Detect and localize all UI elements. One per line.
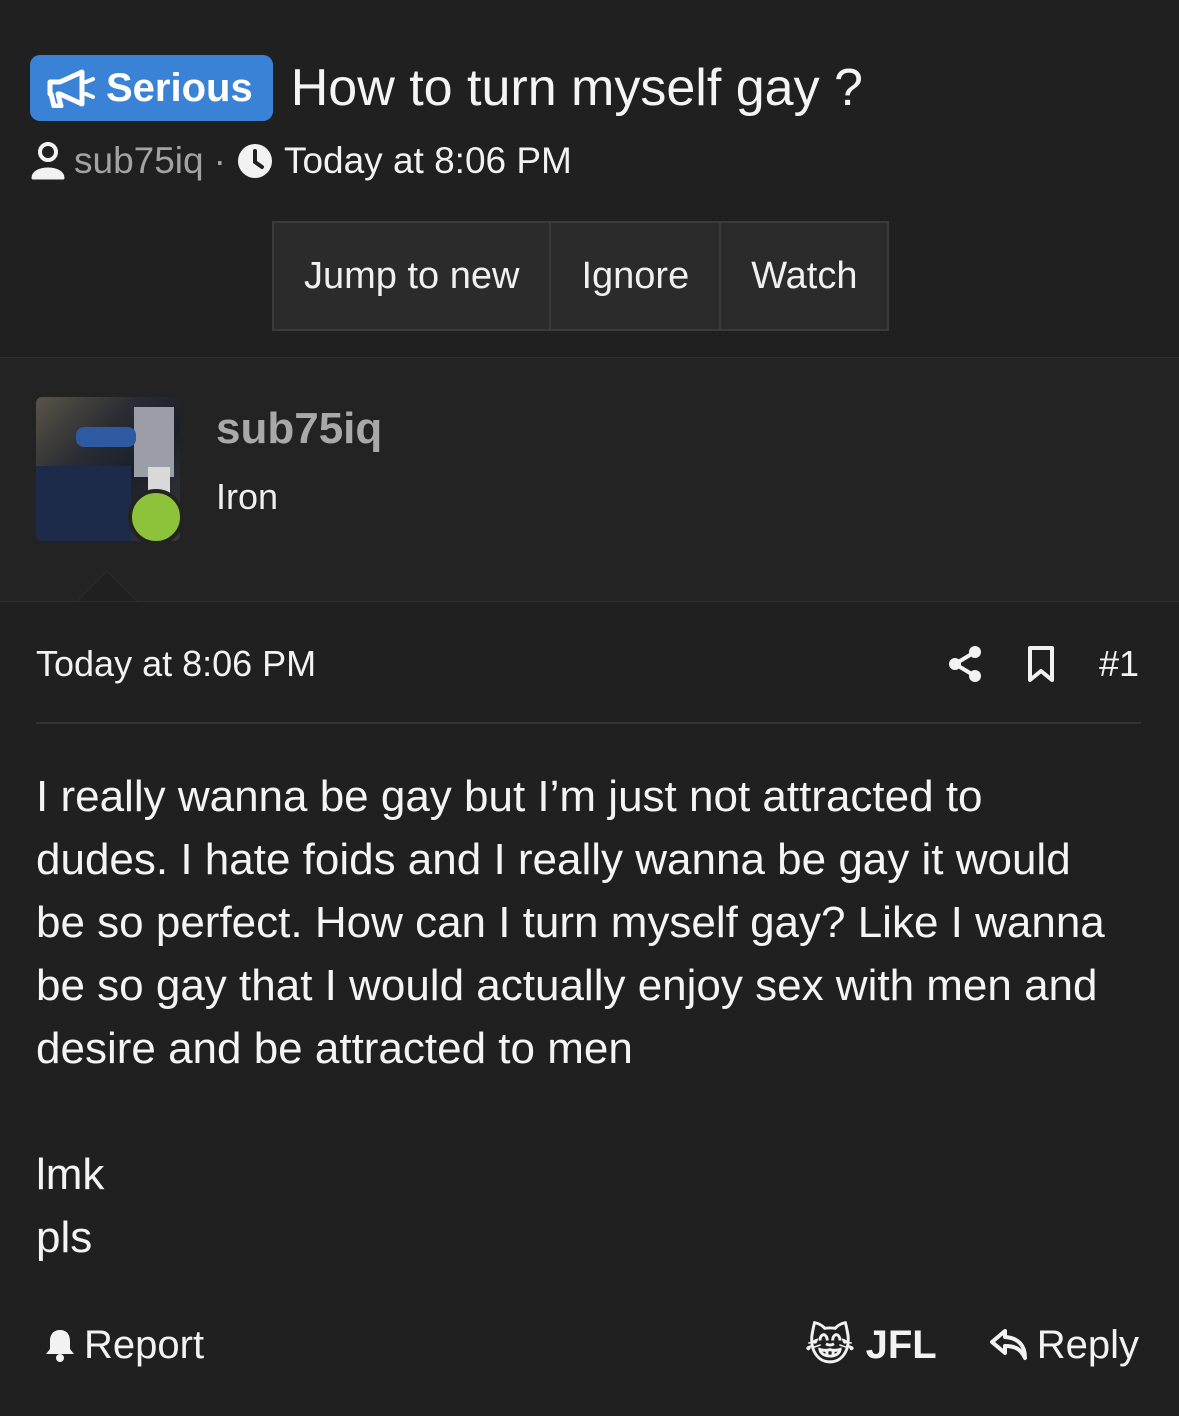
meta-separator: · [213, 140, 226, 181]
ignore-button[interactable]: Ignore [551, 223, 722, 329]
post-line: I really wanna be gay but I’m just not a… [36, 772, 983, 821]
divider [36, 722, 1141, 724]
crying-laughing-icon: 😹 [804, 1320, 856, 1370]
megaphone-icon [47, 69, 95, 108]
online-indicator [128, 489, 184, 545]
post-line: be so perfect. How can I turn myself gay… [36, 898, 1105, 947]
title-row: Serious How to turn myself gay ? [30, 55, 863, 121]
user-icon [31, 142, 65, 180]
bookmark-icon[interactable] [1027, 645, 1055, 683]
post: Today at 8:06 PM #1 I really wanna be ga… [0, 602, 1179, 1416]
thread-title: How to turn myself gay ? [290, 59, 863, 117]
prefix-label: Serious [106, 65, 253, 110]
post-author-block: sub75iq Iron [0, 358, 1179, 603]
post-line: dudes. I hate foids and I really wanna b… [36, 835, 1071, 884]
post-actions: #1 [947, 643, 1139, 685]
post-date[interactable]: Today at 8:06 PM [36, 643, 316, 685]
thread-meta: sub75iq · Today at 8:06 PM [30, 140, 572, 182]
report-label: Report [84, 1322, 205, 1367]
thread-header: Serious How to turn myself gay ? sub75iq… [0, 0, 1179, 359]
post-line: desire and be attracted to men [36, 1024, 633, 1073]
post-username[interactable]: sub75iq [216, 404, 382, 454]
reply-icon [989, 1329, 1027, 1360]
clock-icon [237, 144, 272, 178]
jfl-reaction-button[interactable]: 😹 JFL [804, 1320, 937, 1371]
prefix-badge[interactable]: Serious [30, 55, 273, 121]
post-number[interactable]: #1 [1099, 643, 1139, 685]
post-body: I really wanna be gay but I’m just not a… [36, 765, 1149, 1269]
post-line: be so gay that I would actually enjoy se… [36, 961, 1098, 1010]
reply-button[interactable]: Reply [989, 1323, 1139, 1368]
watch-button[interactable]: Watch [721, 223, 887, 329]
bell-icon [46, 1330, 74, 1362]
thread-toolbar: Jump to new Ignore Watch [272, 221, 890, 331]
thread-time[interactable]: Today at 8:06 PM [284, 140, 572, 182]
post-header: Today at 8:06 PM #1 [36, 642, 1139, 686]
reply-label: Reply [1036, 1322, 1139, 1367]
jump-to-new-button[interactable]: Jump to new [274, 223, 552, 329]
share-icon[interactable] [947, 645, 983, 683]
report-button[interactable]: Report [44, 1323, 204, 1368]
post-line: lmk [36, 1150, 105, 1199]
post-line: pls [36, 1213, 93, 1262]
user-rank: Iron [216, 476, 279, 517]
thread-author-link[interactable]: sub75iq [74, 140, 204, 182]
jfl-label: JFL [865, 1322, 937, 1367]
post-footer: Report 😹 JFL Reply [44, 1320, 1139, 1370]
